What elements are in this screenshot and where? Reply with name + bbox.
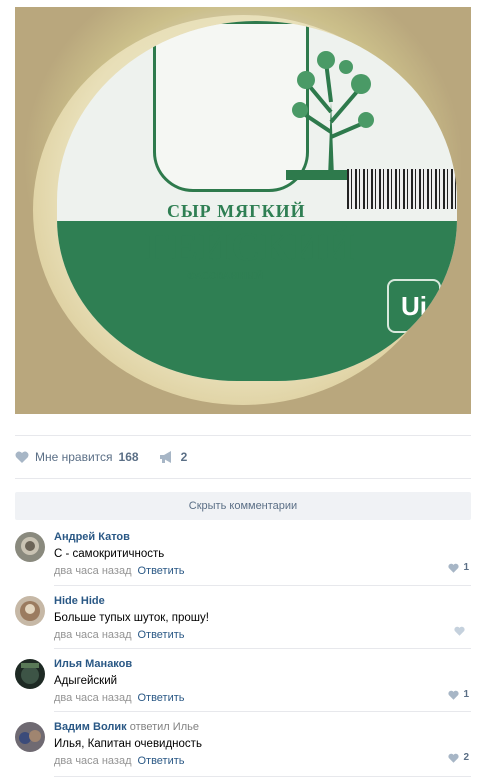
tree-icon bbox=[286, 51, 376, 180]
cheese-label: СЫР МЯГКИЙ ГЕЙСКИЙ ФАСОВАННЫЙ Ui bbox=[57, 21, 457, 381]
comment-body: Вадим Волик ответил Илье Илья, Капитан о… bbox=[54, 720, 471, 769]
comment-time[interactable]: два часа назад bbox=[54, 755, 131, 767]
like-count: 168 bbox=[118, 450, 139, 464]
comment-body: Hide Hide Больше тупых шуток, прошу! два… bbox=[54, 594, 471, 643]
reply-link[interactable]: Ответить bbox=[137, 629, 184, 641]
comment-author[interactable]: Вадим Волик bbox=[54, 721, 127, 733]
replied-label: ответил bbox=[129, 721, 170, 733]
comment-author[interactable]: Андрей Катов bbox=[54, 531, 130, 543]
comment-body: Андрей Катов С - самокритичность два час… bbox=[54, 530, 471, 579]
heart-icon bbox=[448, 563, 460, 573]
heart-icon bbox=[448, 690, 460, 700]
comment-time[interactable]: два часа назад bbox=[54, 692, 131, 704]
comment-text: С - самокритичность bbox=[54, 548, 165, 560]
comment-text: Адыгейский bbox=[54, 675, 118, 687]
comment-time[interactable]: два часа назад bbox=[54, 629, 131, 641]
comment-like-button[interactable]: 1 bbox=[448, 562, 469, 573]
comment-text: Илья, Капитан очевидность bbox=[54, 738, 202, 750]
comment-author[interactable]: Илья Манаков bbox=[54, 658, 132, 670]
label-brand-big: ГЕЙСКИЙ bbox=[145, 224, 356, 269]
comment-item: Вадим Волик ответил Илье Илья, Капитан о… bbox=[15, 720, 471, 780]
reply-link[interactable]: Ответить bbox=[137, 692, 184, 704]
comment-like-count: 1 bbox=[463, 562, 469, 573]
label-brand-small: СЫР МЯГКИЙ bbox=[167, 201, 306, 221]
comment-item: Илья Манаков Адыгейский два часа назад От… bbox=[15, 657, 471, 717]
avatar[interactable] bbox=[15, 722, 45, 752]
comment-item: Hide Hide Больше тупых шуток, прошу! два… bbox=[15, 594, 471, 654]
megaphone-icon bbox=[159, 451, 171, 463]
divider bbox=[54, 648, 471, 649]
share-count: 2 bbox=[180, 450, 188, 464]
heart-icon bbox=[448, 753, 460, 763]
divider bbox=[15, 478, 471, 479]
comment-time[interactable]: два часа назад bbox=[54, 565, 131, 577]
comment-like-button[interactable]: 1 bbox=[448, 689, 469, 700]
comment-like-button[interactable]: 2 bbox=[448, 752, 469, 763]
comment-like-button[interactable] bbox=[454, 626, 469, 636]
avatar[interactable] bbox=[15, 659, 45, 689]
comment-text: Больше тупых шуток, прошу! bbox=[54, 612, 209, 624]
divider bbox=[54, 776, 471, 777]
reply-link[interactable]: Ответить bbox=[137, 755, 184, 767]
comment-author[interactable]: Hide Hide bbox=[54, 595, 105, 607]
like-button[interactable]: Мне нравится 168 bbox=[15, 450, 139, 464]
comment-item: Андрей Катов С - самокритичность два час… bbox=[15, 530, 471, 590]
post-actions: Мне нравится 168 2 bbox=[15, 449, 187, 465]
hide-comments-button[interactable]: Скрыть комментарии bbox=[15, 492, 471, 520]
share-button[interactable]: 2 bbox=[159, 450, 188, 464]
comment-body: Илья Манаков Адыгейский два часа назад От… bbox=[54, 657, 471, 706]
divider bbox=[15, 435, 471, 436]
divider bbox=[54, 585, 471, 586]
comment-like-count: 1 bbox=[463, 689, 469, 700]
divider bbox=[54, 711, 471, 712]
tree-emblem bbox=[153, 21, 376, 192]
barcode bbox=[347, 169, 457, 209]
like-label: Мне нравится bbox=[35, 450, 113, 464]
heart-icon bbox=[15, 451, 29, 463]
label-brand-sub: ФАСОВАННЫЙ bbox=[187, 271, 264, 282]
replied-to-link[interactable]: Илье bbox=[173, 721, 199, 733]
avatar[interactable] bbox=[15, 532, 45, 562]
heart-icon bbox=[454, 626, 465, 636]
reply-link[interactable]: Ответить bbox=[137, 565, 184, 577]
comment-like-count: 2 bbox=[463, 752, 469, 763]
post-photo[interactable]: СЫР МЯГКИЙ ГЕЙСКИЙ ФАСОВАННЫЙ Ui bbox=[15, 7, 471, 414]
label-logo: Ui bbox=[387, 279, 441, 333]
avatar[interactable] bbox=[15, 596, 45, 626]
